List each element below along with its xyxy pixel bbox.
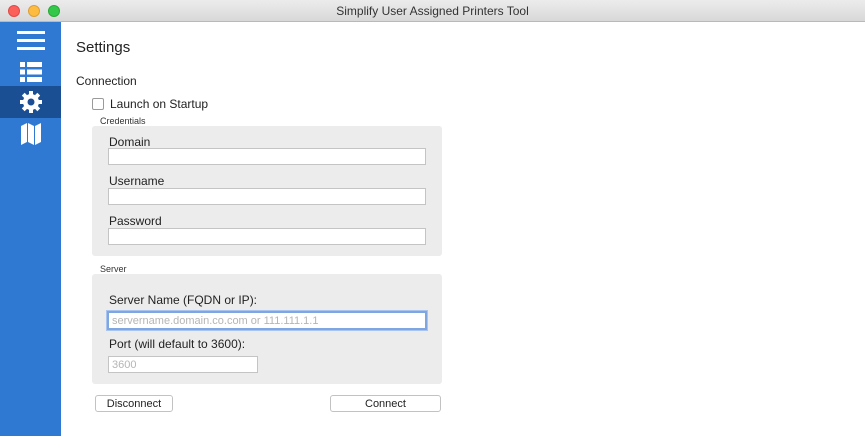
username-input[interactable] <box>108 188 426 205</box>
sidebar-item-list[interactable] <box>0 56 61 88</box>
connection-section-title: Connection <box>76 74 137 88</box>
sidebar-item-settings[interactable] <box>0 86 61 118</box>
sidebar <box>0 22 61 436</box>
gear-icon <box>19 91 42 113</box>
domain-input[interactable] <box>108 148 426 165</box>
page-title: Settings <box>76 39 131 56</box>
sidebar-item-menu[interactable] <box>0 24 61 56</box>
connect-button[interactable]: Connect <box>330 395 441 412</box>
disconnect-button[interactable]: Disconnect <box>95 395 173 412</box>
server-name-input[interactable] <box>107 311 427 330</box>
domain-label: Domain <box>109 135 151 149</box>
launch-on-startup-checkbox[interactable] <box>92 98 104 110</box>
title-bar: Simplify User Assigned Printers Tool <box>0 0 865 22</box>
username-label: Username <box>109 174 165 188</box>
port-input[interactable] <box>108 356 258 373</box>
credentials-group-label: Credentials <box>100 116 146 126</box>
server-group: Server Name (FQDN or IP): Port (will def… <box>92 274 442 384</box>
credentials-group: Domain Username Password <box>92 126 442 256</box>
list-icon <box>19 62 42 82</box>
window-title: Simplify User Assigned Printers Tool <box>336 4 529 18</box>
launch-on-startup-row[interactable]: Launch on Startup <box>92 97 208 111</box>
server-group-label: Server <box>100 264 127 274</box>
launch-on-startup-label: Launch on Startup <box>110 97 209 111</box>
map-icon <box>20 123 41 145</box>
sidebar-item-map[interactable] <box>0 118 61 150</box>
port-label: Port (will default to 3600): <box>109 337 246 351</box>
settings-panel: Settings Connection Launch on Startup Cr… <box>61 22 865 436</box>
server-name-label: Server Name (FQDN or IP): <box>109 293 258 307</box>
password-label: Password <box>109 214 162 228</box>
password-input[interactable] <box>108 228 426 245</box>
hamburger-icon <box>16 31 45 50</box>
